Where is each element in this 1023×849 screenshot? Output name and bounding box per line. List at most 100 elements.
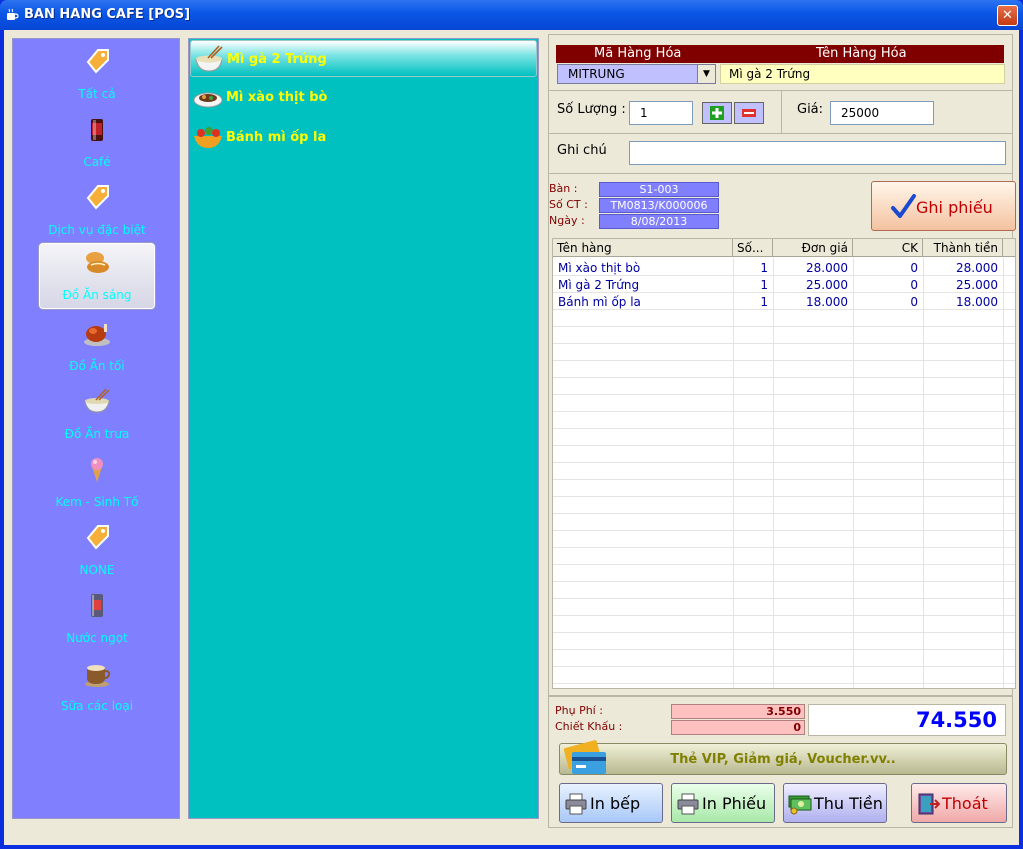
exit-door-icon — [918, 793, 940, 815]
drink-glass-icon — [91, 119, 103, 141]
category-label: Café — [83, 155, 111, 169]
totals-panel: Phụ Phí : 3.550 Chiết Khấu : 0 74.550 Th… — [548, 696, 1013, 828]
window-title: BAN HANG CAFE [POS] — [24, 7, 191, 22]
table-row[interactable]: Mì xào thịt bò 1 28.000 0 28.000 — [553, 260, 1015, 277]
cell-ck: 0 — [910, 261, 918, 275]
price-label: Giá: — [797, 102, 824, 117]
coffee-cup-icon — [85, 665, 111, 687]
cell-thanh-tien: 28.000 — [956, 261, 998, 275]
menu-item-label: Mì gà 2 Trứng — [227, 52, 327, 67]
table-value: S1-003 — [599, 182, 719, 197]
ghi-phieu-button[interactable]: Ghi phiếu — [871, 181, 1016, 231]
cell-so-luong: 1 — [760, 295, 768, 309]
print-ticket-button[interactable]: In Phiếu — [671, 783, 775, 823]
window-client: Tất cả Café Dịch vụ đặc biệt Đồ Ăn sáng … — [4, 30, 1019, 845]
column-header-thanh-tien[interactable]: Thành tiền — [923, 239, 1003, 257]
category-item-dich-vu-dac-biet[interactable]: Dịch vụ đặc biệt — [39, 179, 155, 245]
order-grid[interactable]: Tên hàng Số... Đơn giá CK Thành tiền Mì … — [552, 238, 1016, 689]
fee-label: Phụ Phí : — [555, 704, 603, 717]
cell-ck: 0 — [910, 295, 918, 309]
vip-voucher-button[interactable]: Thẻ VIP, Giảm giá, Voucher.vv.. — [559, 740, 1007, 775]
grid-lines — [553, 258, 1015, 688]
category-item-do-an-toi[interactable]: Đồ Ăn tối — [39, 315, 155, 381]
roast-chicken-icon — [84, 324, 110, 346]
quantity-input[interactable]: 1 — [629, 101, 693, 125]
date-label: Ngày : — [549, 214, 585, 227]
category-label: Sữa các loại — [60, 699, 134, 713]
increase-quantity-button[interactable] — [702, 102, 732, 124]
menu-item-label: Bánh mì ốp la — [226, 130, 327, 145]
category-item-sua-cac-loai[interactable]: Sữa các loại — [39, 655, 155, 721]
category-label: Kem - Sinh Tố — [55, 495, 139, 509]
product-name-value: Mì gà 2 Trứng — [729, 67, 811, 81]
note-input[interactable] — [629, 141, 1006, 165]
category-label: Đồ Ăn tối — [69, 359, 125, 373]
table-label: Bàn : — [549, 182, 578, 195]
category-item-tat-ca[interactable]: Tất cả — [39, 43, 155, 109]
menu-item-label: Mì xào thịt bò — [226, 90, 328, 105]
code-header: Mã Hàng Hóa — [594, 46, 682, 61]
note-label: Ghi chú — [557, 143, 607, 158]
category-item-cafe[interactable]: Café — [39, 111, 155, 177]
cell-ten-hang: Bánh mì ốp la — [558, 295, 641, 309]
decrease-quantity-button[interactable] — [734, 102, 764, 124]
doc-number-value: TM0813/K000006 — [599, 198, 719, 213]
ghi-phieu-label: Ghi phiếu — [916, 198, 993, 217]
cell-don-gia: 18.000 — [806, 295, 848, 309]
noodle-bowl-icon — [84, 388, 110, 413]
vip-voucher-label: Thẻ VIP, Giảm giá, Voucher.vv.. — [670, 752, 896, 767]
cell-thanh-tien: 25.000 — [956, 278, 998, 292]
column-header-so-luong[interactable]: Số... — [733, 239, 773, 257]
stir-fry-plate-icon — [193, 92, 223, 108]
soda-can-icon — [91, 594, 103, 617]
divider — [549, 133, 1012, 134]
name-header: Tên Hàng Hóa — [816, 46, 907, 61]
tag-icon — [86, 525, 109, 550]
column-header-ten-hang[interactable]: Tên hàng — [553, 239, 733, 257]
grid-header: Tên hàng Số... Đơn giá CK Thành tiền — [553, 239, 1015, 257]
plus-icon — [710, 106, 724, 120]
collect-payment-button[interactable]: Thu Tiền — [783, 783, 887, 823]
menu-item-mi-xao-thit-bo[interactable]: Mì xào thịt bò — [190, 79, 537, 116]
column-header-don-gia[interactable]: Đơn giá — [773, 239, 853, 257]
table-row[interactable]: Mì gà 2 Trứng 1 25.000 0 25.000 — [553, 277, 1015, 294]
exit-label: Thoát — [942, 794, 988, 813]
column-header-ck[interactable]: CK — [853, 239, 923, 257]
print-kitchen-button[interactable]: In bếp — [559, 783, 663, 823]
menu-item-banh-mi-op-la[interactable]: Bánh mì ốp la — [190, 119, 537, 156]
price-input[interactable]: 25000 — [830, 101, 934, 125]
order-detail-panel: Mã Hàng Hóa Tên Hàng Hóa MITRUNG ▼ Mì gà… — [548, 34, 1016, 696]
cell-ck: 0 — [910, 278, 918, 292]
product-code-combo[interactable]: MITRUNG ▼ — [557, 64, 716, 84]
menu-item-mi-ga-2-trung[interactable]: Mì gà 2 Trứng — [190, 40, 537, 77]
cell-so-luong: 1 — [760, 278, 768, 292]
category-item-kem-sinh-to[interactable]: Kem - Sinh Tố — [39, 451, 155, 517]
exit-button[interactable]: Thoát — [911, 783, 1007, 823]
chevron-down-icon[interactable]: ▼ — [697, 65, 715, 83]
product-code-value: MITRUNG — [568, 67, 625, 81]
ice-cream-icon — [91, 458, 103, 482]
date-value: 8/08/2013 — [599, 214, 719, 229]
close-button[interactable]: ✕ — [997, 5, 1018, 26]
grand-total: 74.550 — [808, 704, 1006, 736]
tag-icon — [86, 185, 109, 210]
product-name-field[interactable]: Mì gà 2 Trứng — [720, 64, 1005, 84]
discount-label: Chiết Khấu : — [555, 720, 623, 733]
table-row[interactable]: Bánh mì ốp la 1 18.000 0 18.000 — [553, 294, 1015, 311]
category-item-none[interactable]: NONE — [39, 519, 155, 585]
category-item-do-an-sang[interactable]: Đồ Ăn sáng — [39, 243, 155, 309]
fee-value: 3.550 — [671, 704, 805, 719]
category-label: Đồ Ăn sáng — [62, 288, 132, 302]
printer-icon — [565, 793, 587, 815]
category-label: Đồ Ăn trưa — [64, 427, 130, 441]
category-item-nuoc-ngot[interactable]: Nước ngọt — [39, 587, 155, 653]
close-icon: ✕ — [1002, 8, 1013, 23]
cash-icon — [788, 795, 812, 815]
cell-ten-hang: Mì gà 2 Trứng — [558, 278, 640, 292]
category-label: Dịch vụ đặc biệt — [48, 223, 146, 237]
doc-number-label: Số CT : — [549, 198, 588, 211]
category-item-do-an-trua[interactable]: Đồ Ăn trưa — [39, 383, 155, 449]
coffee-cup-icon — [7, 8, 19, 20]
category-label: Tất cả — [78, 87, 116, 101]
cell-don-gia: 28.000 — [806, 261, 848, 275]
